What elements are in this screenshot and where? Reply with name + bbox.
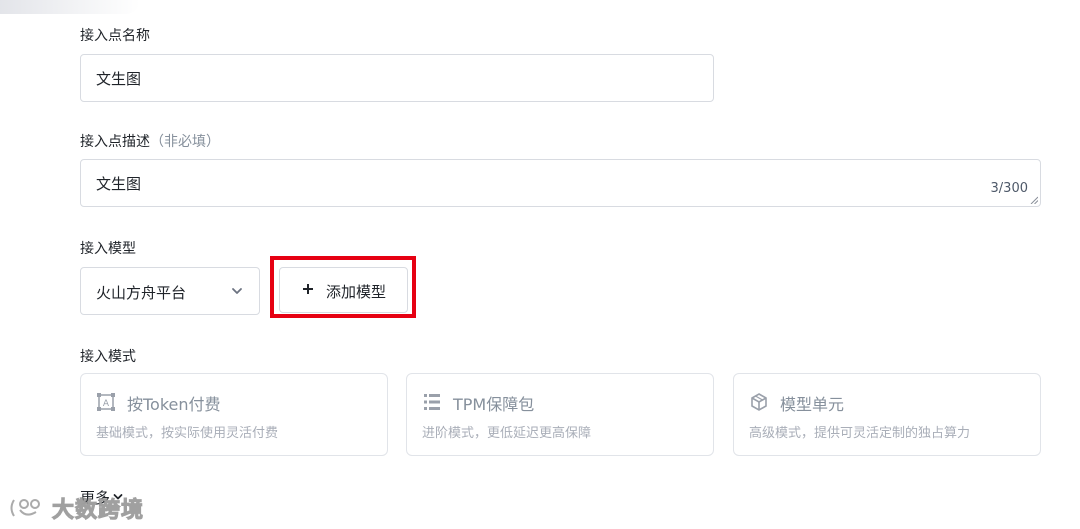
mode-desc: 高级模式，提供可灵活定制的独占算力 (749, 426, 971, 441)
mode-desc: 基础模式，按实际使用灵活付费 (96, 426, 279, 441)
model-unit-icon (751, 393, 767, 411)
chevron-down-icon (232, 288, 242, 294)
desc-label-hint: （非必填） (150, 134, 220, 150)
mode-card-tpm[interactable]: TPM保障包 进阶模式，更低延迟更高保障 (406, 373, 714, 456)
token-icon: A (97, 393, 115, 411)
highlight-box (270, 256, 416, 318)
watermark-logo-icon (10, 499, 40, 517)
watermark: 大数跨境 (8, 494, 145, 524)
name-label: 接入点名称 (80, 28, 150, 44)
name-input-value: 文生图 (96, 70, 142, 88)
model-label: 接入模型 (80, 241, 136, 257)
mode-title: 按Token付费 (127, 395, 221, 414)
desc-textarea-value: 文生图 (96, 175, 142, 193)
mode-desc: 进阶模式，更低延迟更高保障 (422, 426, 592, 441)
name-input[interactable]: 文生图 (80, 54, 714, 102)
model-platform-select[interactable]: 火山方舟平台 (80, 267, 260, 315)
mode-title: 模型单元 (780, 395, 845, 414)
svg-text:A: A (103, 399, 110, 409)
top-shadow (0, 0, 140, 14)
model-platform-value: 火山方舟平台 (96, 284, 187, 302)
mode-card-token[interactable]: A 按Token付费 基础模式，按实际使用灵活付费 (80, 373, 388, 456)
desc-textarea[interactable]: 文生图 3/300 (80, 159, 1041, 207)
watermark-text: 大数跨境 (51, 498, 145, 524)
desc-label-text: 接入点描述 (80, 134, 150, 150)
resize-handle-icon[interactable] (1030, 196, 1038, 204)
mode-label: 接入模式 (80, 349, 136, 365)
tpm-icon (424, 394, 440, 410)
mode-title: TPM保障包 (453, 395, 535, 414)
mode-card-model-unit[interactable]: 模型单元 高级模式，提供可灵活定制的独占算力 (733, 373, 1041, 456)
desc-label: 接入点描述（非必填） (80, 133, 220, 151)
char-counter: 3/300 (990, 181, 1028, 196)
